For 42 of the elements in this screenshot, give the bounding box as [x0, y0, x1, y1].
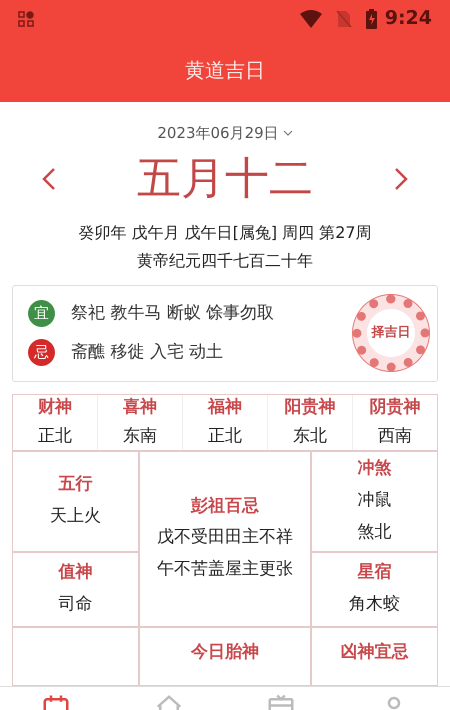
cell-value: 冲鼠 [358, 488, 392, 512]
lunar-date: 五月十二 [137, 152, 313, 206]
chevron-right-icon [394, 166, 408, 190]
cell-value: 煞北 [358, 520, 392, 544]
no-sim-icon [336, 10, 352, 28]
cell-value: 戊不受田田主不祥 [157, 526, 293, 550]
wifi-icon [300, 10, 322, 28]
cell-title: 五行 [58, 473, 92, 496]
god-title: 福神 [208, 396, 242, 418]
god-direction: 东南 [123, 425, 157, 448]
cell-title: 值神 [58, 561, 92, 584]
almanac-badge: 忌 [28, 339, 55, 366]
cell-value: 午不苦盖屋主更张 [157, 558, 293, 582]
clock-time: 9:24 [384, 6, 432, 32]
activity-list: 祭祀 教牛马 断蚁 馀事勿取 [71, 300, 274, 326]
activity-list: 斋醮 移徙 入宅 动土 [71, 340, 224, 366]
ganzhi-date: 癸卯年 戊午月 戊午日[属兔] 周四 第27周 [78, 222, 372, 244]
era-year: 黄帝纪元四千七百二十年 [137, 250, 313, 272]
cell-value: 司命 [58, 592, 92, 616]
cell-title: 彭祖百忌 [191, 494, 259, 518]
almanac-badge: 宜 [28, 300, 55, 327]
god-direction: 正北 [38, 425, 72, 448]
god-title: 阴贵神 [370, 396, 420, 418]
cell-value: 天上火 [50, 504, 101, 528]
cell-title: 冲煞 [358, 457, 392, 480]
battery-icon [366, 8, 377, 28]
god-title: 阳贵神 [284, 396, 336, 418]
page-title: 黄道吉日 [185, 56, 265, 84]
date-selector[interactable]: 2023年06月29日 [157, 122, 293, 144]
god-direction: 东北 [293, 425, 327, 448]
chevron-left-icon [42, 166, 56, 190]
cell-title: 星宿 [358, 561, 392, 584]
cell-title: 凶神宜忌 [340, 640, 408, 664]
apps-icon [18, 10, 34, 26]
god-title: 喜神 [123, 396, 157, 418]
god-title: 财神 [38, 396, 72, 418]
auspicious-day-stamp[interactable]: 择吉日 [353, 295, 429, 371]
god-direction: 西南 [378, 425, 412, 448]
cell-value: 角木蛟 [349, 592, 400, 616]
cell-title: 今日胎神 [191, 640, 259, 664]
god-direction: 正北 [208, 425, 242, 448]
chevron-down-icon [282, 129, 293, 138]
